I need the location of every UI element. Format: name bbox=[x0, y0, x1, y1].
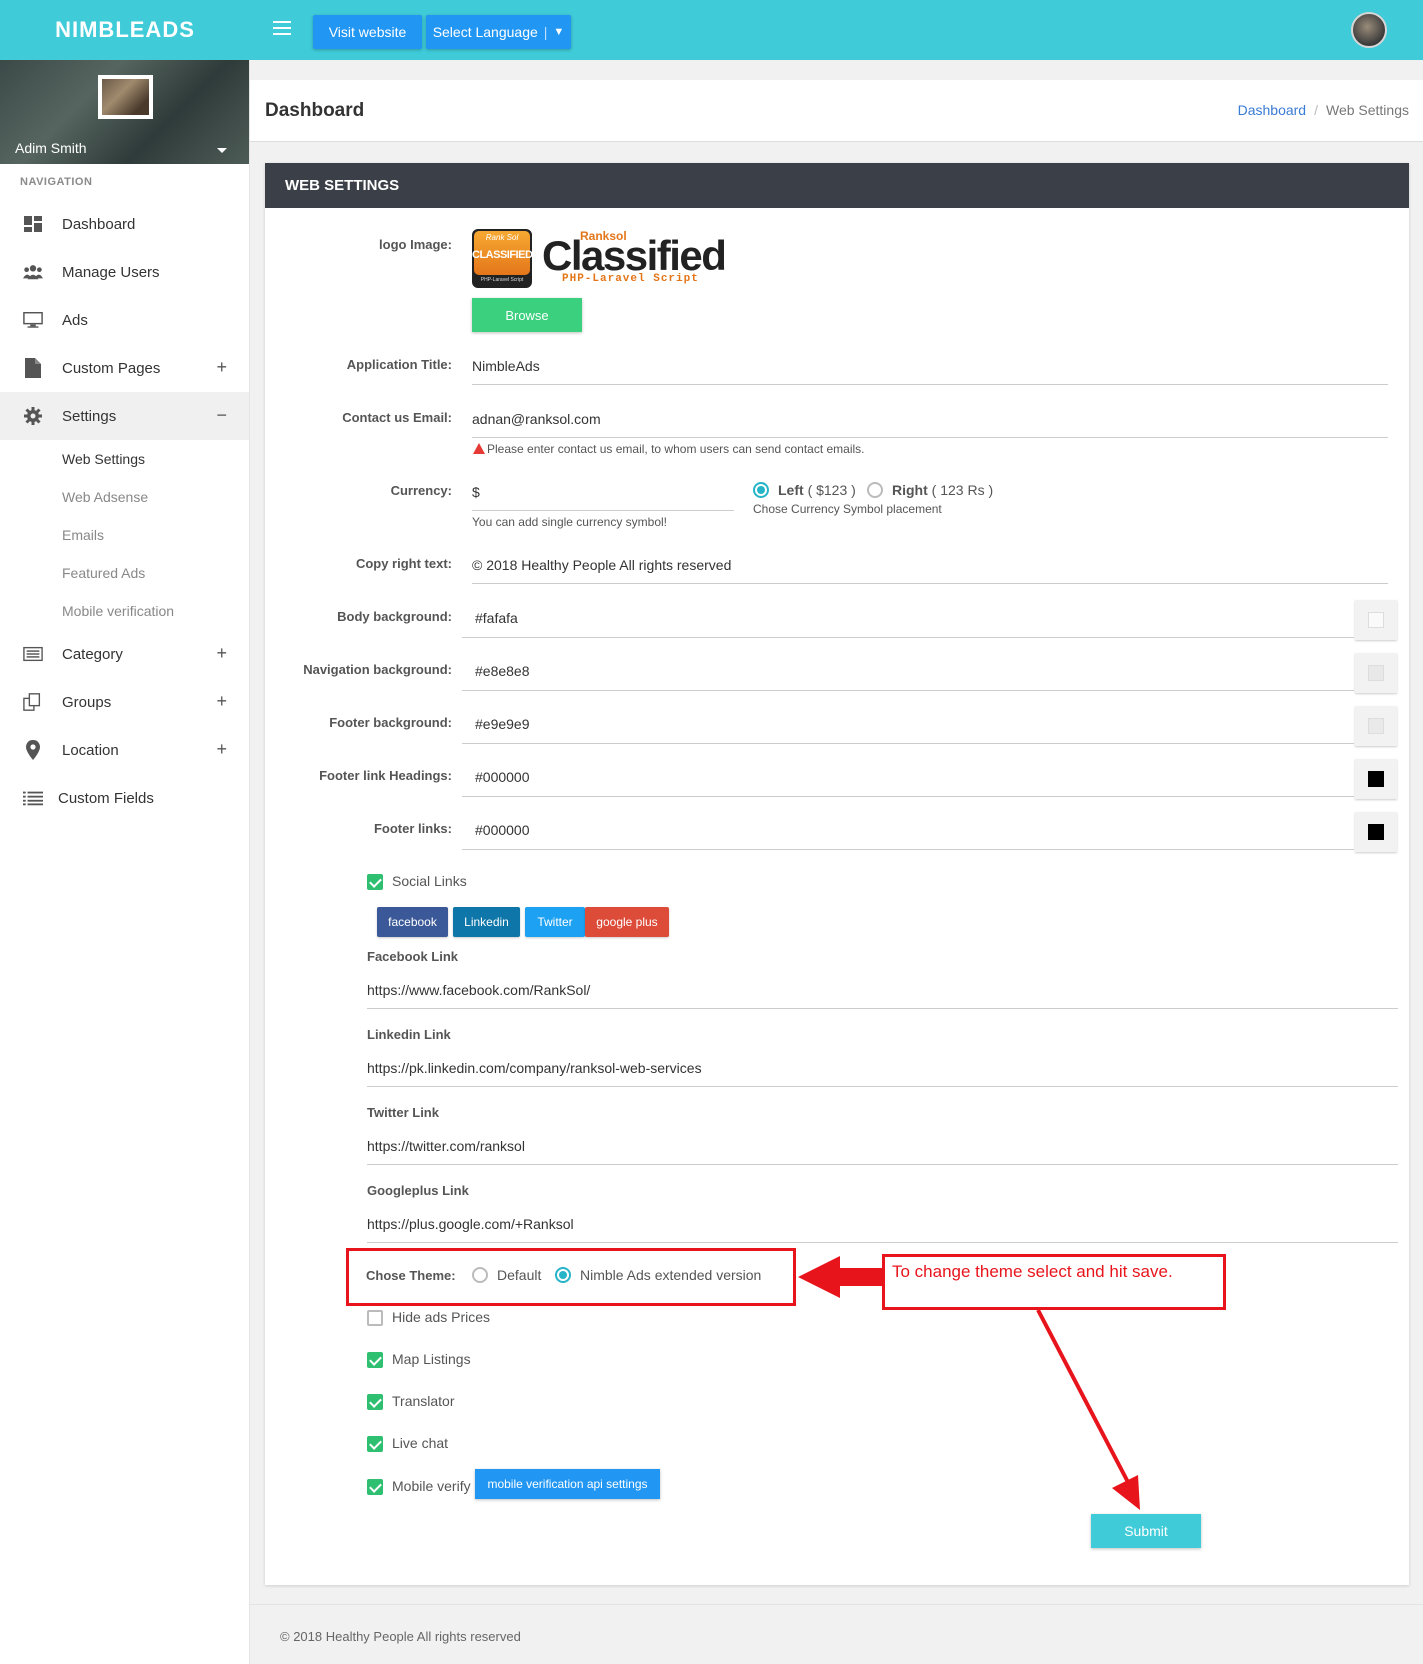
hide-ads-prices-label: Hide ads Prices bbox=[392, 1309, 491, 1325]
page-footer: © 2018 Healthy People All rights reserve… bbox=[250, 1604, 1423, 1664]
mobile-verification-api-button[interactable]: mobile verification api settings bbox=[475, 1469, 660, 1499]
live-chat-label: Live chat bbox=[392, 1435, 449, 1451]
translator-checkbox[interactable] bbox=[367, 1394, 383, 1410]
submit-button[interactable]: Submit bbox=[1091, 1514, 1201, 1548]
map-listings-label: Map Listings bbox=[392, 1351, 471, 1367]
live-chat-checkbox[interactable] bbox=[367, 1436, 383, 1452]
translator-label: Translator bbox=[392, 1393, 455, 1409]
mobile-verify-checkbox[interactable] bbox=[367, 1479, 383, 1495]
hide-ads-prices-checkbox[interactable] bbox=[367, 1310, 383, 1326]
footer-copyright: © 2018 Healthy People All rights reserve… bbox=[280, 1629, 521, 1644]
map-listings-checkbox[interactable] bbox=[367, 1352, 383, 1368]
annotation-arrows bbox=[798, 1256, 1140, 1510]
mobile-verify-label: Mobile verify bbox=[392, 1478, 471, 1494]
